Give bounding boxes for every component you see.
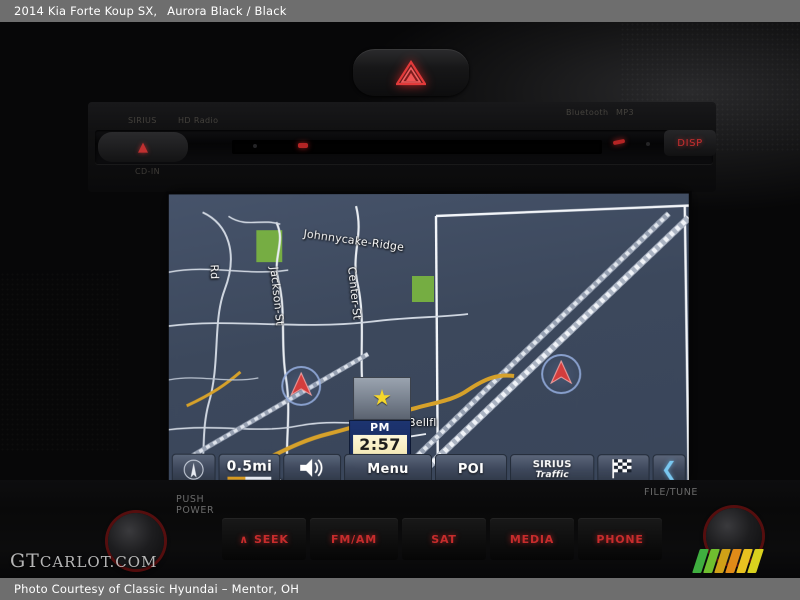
fm-am-label: FM/AM <box>331 532 377 546</box>
hardware-button-row: ∧ SEEK FM/AM SAT MEDIA PHONE <box>222 518 662 560</box>
hazard-triangle-icon <box>396 59 426 86</box>
sat-label: SAT <box>431 532 457 546</box>
seek-button[interactable]: ∧ SEEK <box>222 518 306 560</box>
screenshot-root: 2014 Kia Forte Koup SX, Aurora Black / B… <box>0 0 800 600</box>
nav-menu-label: Menu <box>367 461 409 477</box>
dealer-stripe-logo <box>692 549 796 573</box>
vehicle-colors: Aurora Black / Black <box>167 4 287 18</box>
sensor-dot <box>646 142 650 146</box>
clock-ampm: PM <box>370 420 391 434</box>
reset-pinhole <box>253 144 257 148</box>
sirius-brand-label: SIRIUS <box>128 116 157 125</box>
status-led <box>298 143 308 148</box>
favorite-star-widget[interactable]: ★ <box>353 376 412 420</box>
cd-in-label: CD-IN <box>135 167 160 176</box>
file-tune-label: FILE/TUNE <box>644 487 699 498</box>
eject-button[interactable]: ▲ <box>98 132 188 162</box>
nav-scale-label: 0.5mi <box>226 458 273 475</box>
hd-radio-brand-label: HD Radio <box>178 116 219 125</box>
hazard-light-button[interactable] <box>353 49 469 96</box>
media-button[interactable]: MEDIA <box>490 518 574 560</box>
bluetooth-brand-label: Bluetooth <box>566 108 609 117</box>
phone-label: PHONE <box>596 532 644 546</box>
vehicle-title: 2014 Kia Forte Koup SX, <box>14 4 158 18</box>
gtcarlot-watermark: GTCARLOT.COM <box>10 550 157 572</box>
map-canvas[interactable]: Johnnycake-Ridge Rd Jackson-St Center-St… <box>168 193 689 490</box>
compass-icon <box>183 459 204 480</box>
navigation-arrow-icon <box>549 359 572 388</box>
eject-icon: ▲ <box>138 139 148 155</box>
seek-label: SEEK <box>254 532 289 546</box>
sirius-label-line2: Traffic <box>535 470 569 481</box>
watermark-prefix: GT <box>10 550 40 572</box>
navigation-arrow-icon <box>290 372 313 400</box>
disp-button[interactable]: DISP <box>664 130 716 156</box>
vehicle-position-marker <box>281 365 322 406</box>
push-label: PUSH <box>176 494 205 505</box>
chevron-left-icon: ❮ <box>660 458 678 481</box>
nav-poi-label: POI <box>457 462 485 478</box>
cd-slot[interactable] <box>232 140 602 154</box>
mp3-brand-label: MP3 <box>616 108 635 117</box>
street-label-rd: Rd <box>207 264 222 280</box>
media-label: MEDIA <box>509 532 555 546</box>
photo-credit-text: Photo Courtesy of Classic Hyundai – Ment… <box>14 582 300 596</box>
watermark-suffix: CARLOT.COM <box>39 553 158 571</box>
navigation-screen[interactable]: Johnnycake-Ridge Rd Jackson-St Center-St… <box>168 193 689 490</box>
map-orientation-marker[interactable] <box>541 354 582 395</box>
map-vector-layer <box>169 194 689 490</box>
sirius-label-line1: SIRIUS <box>532 459 572 471</box>
fm-am-button[interactable]: FM/AM <box>310 518 398 560</box>
phone-button[interactable]: PHONE <box>578 518 662 560</box>
star-icon: ★ <box>372 385 392 411</box>
sat-button[interactable]: SAT <box>402 518 486 560</box>
speaker-icon <box>298 456 326 482</box>
power-label: POWER <box>176 505 215 516</box>
caret-up-icon: ∧ <box>239 532 250 546</box>
photo-credit-bar: Photo Courtesy of Classic Hyundai – Ment… <box>0 578 800 600</box>
vehicle-caption-bar: 2014 Kia Forte Koup SX, Aurora Black / B… <box>0 0 800 22</box>
disp-button-label: DISP <box>677 137 703 149</box>
street-label-bellfl: Bellfl <box>408 415 437 430</box>
checkered-flag-icon <box>610 457 636 483</box>
